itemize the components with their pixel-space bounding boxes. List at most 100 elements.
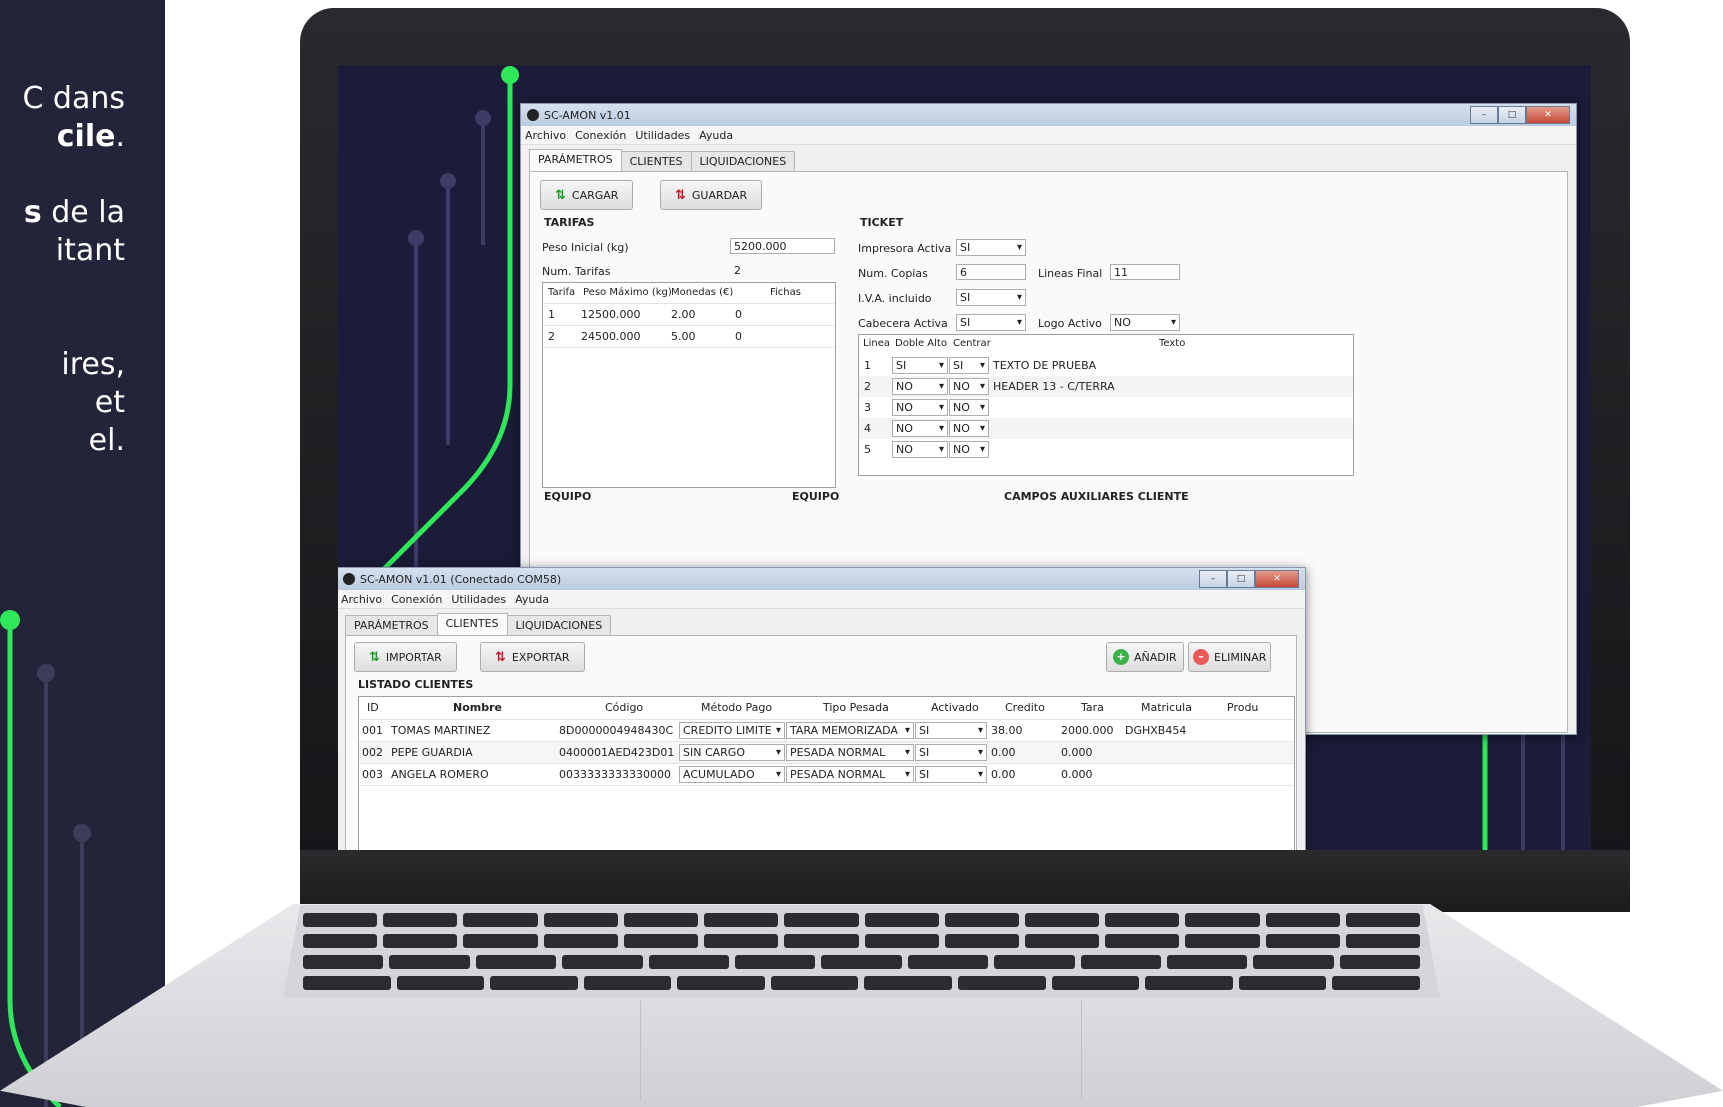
col-header: Doble Alto (895, 338, 947, 349)
logo-select[interactable]: NO (1110, 314, 1180, 331)
trackpad (640, 1000, 1082, 1100)
circuit-decoration (0, 610, 91, 1107)
window-title: SC-AMON v1.01 (544, 108, 631, 122)
table-cell: 0400001AED423D01 (559, 746, 675, 759)
table-cell: 001 (362, 724, 383, 737)
anadir-button[interactable]: + AÑADIR (1106, 642, 1184, 672)
doble-alto-select[interactable]: NO (892, 378, 948, 395)
tab-parametros[interactable]: PARÁMETROS (345, 615, 438, 635)
table-cell: 38.00 (991, 724, 1023, 737)
num-tarifas-stepper[interactable]: 2 (730, 262, 775, 278)
iva-select[interactable]: SI (956, 289, 1026, 306)
menu-conexion[interactable]: Conexión (391, 593, 442, 606)
doble-alto-select[interactable]: NO (892, 399, 948, 416)
tab-liquidaciones[interactable]: LIQUIDACIONES (506, 615, 612, 635)
centrar-select[interactable]: NO (949, 378, 989, 395)
table-cell: 5 (864, 443, 871, 456)
menu-ayuda[interactable]: Ayuda (699, 129, 733, 142)
menu-utilidades[interactable]: Utilidades (451, 593, 506, 606)
menu-ayuda[interactable]: Ayuda (515, 593, 549, 606)
guardar-button[interactable]: ⇅ GUARDAR (660, 180, 763, 210)
tab-clientes[interactable]: CLIENTES (436, 613, 508, 635)
exportar-button[interactable]: ⇅ EXPORTAR (480, 642, 585, 672)
copias-label: Num. Copias (858, 267, 928, 280)
exportar-label: EXPORTAR (511, 650, 570, 664)
table-cell[interactable]: 2.00 (671, 308, 696, 321)
table-cell: 003 (362, 768, 383, 781)
table-cell: 0.000 (1061, 746, 1093, 759)
minimize-button[interactable]: – (1199, 570, 1227, 588)
col-header: Produ (1227, 701, 1259, 714)
activado-select[interactable]: SI (915, 744, 987, 761)
menu-conexion[interactable]: Conexión (575, 129, 626, 142)
close-button[interactable]: ✕ (1255, 570, 1299, 588)
menu-archivo[interactable]: Archivo (525, 129, 566, 142)
lineas-final-field[interactable]: 11 (1110, 264, 1180, 280)
table-cell[interactable]: 12500.000 (581, 308, 641, 321)
listado-clientes-heading: LISTADO CLIENTES (358, 678, 474, 691)
centrar-select[interactable]: SI (949, 357, 989, 374)
tipo-pesada-select[interactable]: PESADA NORMAL (786, 766, 914, 783)
table-row: 4 NO NO (859, 418, 1353, 439)
add-icon: + (1113, 649, 1129, 665)
table-cell: DGHXB454 (1125, 724, 1187, 737)
cabecera-select[interactable]: SI (956, 314, 1026, 331)
tipo-pesada-select[interactable]: TARA MEMORIZADA (786, 722, 914, 739)
maximize-button[interactable]: □ (1498, 106, 1526, 124)
table-row[interactable]: 002 PEPE GUARDIA 0400001AED423D01 SIN CA… (359, 741, 1294, 763)
table-cell[interactable]: 1 (548, 308, 555, 321)
clientes-window: SC-AMON v1.01 (Conectado COM58) – □ ✕ Ar… (338, 567, 1306, 850)
table-cell[interactable]: 0 (735, 308, 742, 321)
close-button[interactable]: ✕ (1526, 106, 1570, 124)
clientes-table: ID Nombre Código Método Pago Tipo Pesada… (358, 696, 1295, 850)
metodo-pago-select[interactable]: CREDITO LIMITE (679, 722, 785, 739)
table-cell: 0.000 (1061, 768, 1093, 781)
centrar-select[interactable]: NO (949, 441, 989, 458)
metodo-pago-select[interactable]: ACUMULADO (679, 766, 785, 783)
table-row[interactable]: 001 TOMAS MARTINEZ 8D0000004948430C CRED… (359, 719, 1294, 741)
importar-button[interactable]: ⇅ IMPORTAR (354, 642, 457, 672)
menu-utilidades[interactable]: Utilidades (635, 129, 690, 142)
tipo-pesada-select[interactable]: PESADA NORMAL (786, 744, 914, 761)
iva-label: I.V.A. incluido (858, 292, 932, 305)
lineas-final-label: Lineas Final (1038, 267, 1103, 280)
activado-select[interactable]: SI (915, 722, 987, 739)
centrar-select[interactable]: NO (949, 399, 989, 416)
table-cell[interactable]: 5.00 (671, 330, 696, 343)
menu-archivo[interactable]: Archivo (341, 593, 382, 606)
doble-alto-select[interactable]: SI (892, 357, 948, 374)
keyboard (283, 905, 1440, 997)
eliminar-button[interactable]: – ELIMINAR (1188, 642, 1272, 672)
table-cell[interactable]: 2 (548, 330, 555, 343)
table-row: 2 NO NO HEADER 13 - C/TERRA (859, 376, 1353, 397)
col-header: Código (605, 701, 644, 714)
doble-alto-select[interactable]: NO (892, 441, 948, 458)
cargar-button[interactable]: ⇅ CARGAR (540, 180, 634, 210)
table-cell[interactable]: TEXTO DE PRUEBA (993, 359, 1096, 372)
copias-field[interactable]: 6 (956, 264, 1026, 280)
tab-liquidaciones[interactable]: LIQUIDACIONES (690, 151, 796, 171)
tab-parametros[interactable]: PARÁMETROS (529, 149, 622, 171)
minimize-button[interactable]: – (1470, 106, 1498, 124)
centrar-select[interactable]: NO (949, 420, 989, 437)
download-icon: ⇅ (675, 187, 686, 203)
table-cell[interactable]: HEADER 13 - C/TERRA (993, 380, 1115, 393)
table-cell: 1 (864, 359, 871, 372)
metodo-pago-select[interactable]: SIN CARGO (679, 744, 785, 761)
equipo-heading: EQUIPO (544, 490, 592, 503)
table-cell: 0.00 (991, 746, 1016, 759)
impresora-select[interactable]: SI (956, 239, 1026, 256)
ticket-lines-table: Linea Doble Alto Centrar Texto 1 SI SI T… (858, 334, 1354, 476)
table-cell[interactable]: 0 (735, 330, 742, 343)
peso-inicial-field[interactable]: 5200.000 (730, 238, 835, 254)
table-row[interactable]: 003 ANGELA ROMERO 0033333333330000 ACUMU… (359, 763, 1294, 786)
export-icon: ⇅ (495, 649, 506, 665)
maximize-button[interactable]: □ (1227, 570, 1255, 588)
doble-alto-select[interactable]: NO (892, 420, 948, 437)
tab-bar: PARÁMETROS CLIENTES LIQUIDACIONES (521, 145, 1576, 171)
tab-clientes[interactable]: CLIENTES (620, 151, 692, 171)
table-cell[interactable]: 24500.000 (581, 330, 641, 343)
activado-select[interactable]: SI (915, 766, 987, 783)
col-header: Monedas (€) (671, 287, 734, 298)
table-cell: 002 (362, 746, 383, 759)
